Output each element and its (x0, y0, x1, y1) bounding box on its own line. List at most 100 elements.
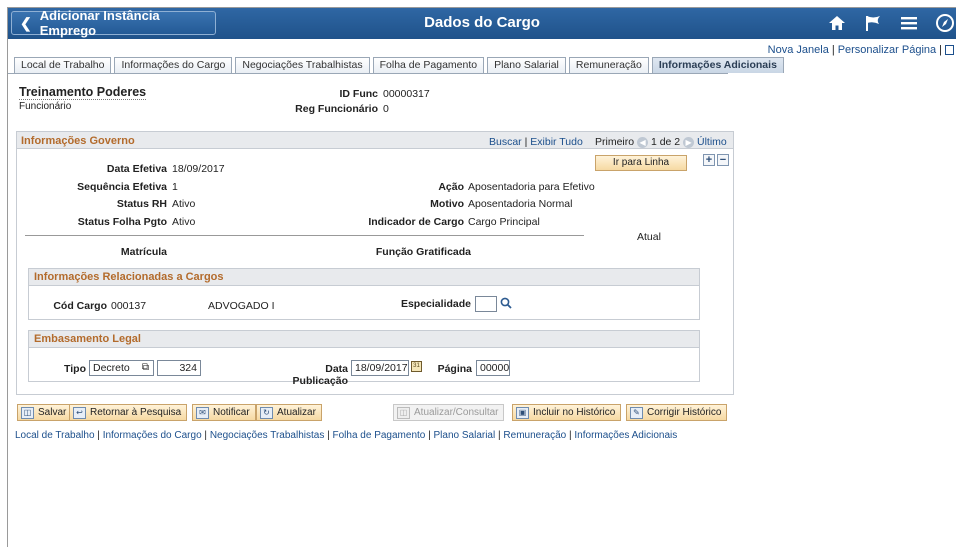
return-search-button[interactable]: ↩ Retornar à Pesquisa (69, 404, 188, 421)
separator: | (831, 44, 835, 56)
separator: | (204, 430, 208, 441)
bottom-nav-links: Local de Trabalho | Informações do Cargo… (15, 430, 677, 441)
update-display-label: Atualizar/Consultar (414, 407, 499, 418)
search-link[interactable]: Buscar (489, 136, 522, 148)
notify-icon: ✉ (196, 406, 209, 419)
chevron-left-icon: ❮ (20, 14, 32, 31)
reg-func-value: 0 (383, 103, 389, 115)
tab-remuneracao[interactable]: Remuneração (568, 57, 649, 73)
tab-folha-pagamento[interactable]: Folha de Pagamento (372, 57, 485, 73)
data-pub-label: Data Publicação (292, 363, 348, 387)
include-history-button[interactable]: ▣ Incluir no Histórico (512, 404, 622, 421)
status-rh-label: Status RH (116, 198, 167, 210)
bottom-link-folha-pagamento[interactable]: Folha de Pagamento (333, 430, 426, 441)
status-folha-value: Ativo (172, 216, 196, 228)
personalize-page-link[interactable]: Personalizar Página (838, 44, 936, 56)
seq-efetiva-value: 1 (172, 181, 178, 193)
include-history-label: Incluir no Histórico (533, 407, 616, 418)
return-icon: ↩ (73, 406, 86, 419)
correct-history-button[interactable]: ✎ Corrigir Histórico (626, 404, 728, 421)
separator: | (524, 136, 528, 148)
home-icon[interactable] (826, 11, 848, 35)
tab-informacoes-adicionais[interactable]: Informações Adicionais (651, 57, 784, 73)
status-rh-value: Ativo (172, 198, 196, 210)
return-label: Retornar à Pesquisa (90, 407, 182, 418)
numero-input[interactable]: 324 (157, 360, 201, 376)
last-link[interactable]: Último (697, 136, 727, 148)
data-efetiva-value: 18/09/2017 (172, 163, 225, 175)
pagination: Primeiro ◀ 1 de 2 ▶ Último (595, 136, 727, 148)
chevron-down-icon: ⧉ (141, 362, 149, 373)
pagina-label: Página (437, 363, 472, 375)
tab-plano-salarial[interactable]: Plano Salarial (487, 57, 566, 73)
especialidade-input[interactable] (475, 296, 497, 312)
cod-cargo-label: Cód Cargo (53, 300, 107, 312)
tipo-select[interactable]: Decreto ⧉ (89, 360, 154, 376)
tab-local-trabalho[interactable]: Local de Trabalho (14, 57, 112, 73)
update-display-button: ◫ Atualizar/Consultar (393, 404, 505, 421)
tab-informacoes-cargo[interactable]: Informações do Cargo (114, 57, 233, 73)
compass-icon[interactable] (934, 11, 956, 35)
save-button[interactable]: ◫ Salvar (17, 404, 73, 421)
seq-efetiva-label: Sequência Efetiva (77, 181, 167, 193)
separator: | (498, 430, 501, 441)
bottom-link-informacoes-cargo[interactable]: Informações do Cargo (103, 430, 202, 441)
notify-label: Notificar (213, 407, 250, 418)
motivo-value: Aposentadoria Normal (468, 198, 573, 210)
notify-button[interactable]: ✉ Notificar (192, 404, 256, 421)
bottom-link-plano-salarial[interactable]: Plano Salarial (434, 430, 496, 441)
data-pub-input[interactable]: 18/09/2017 (351, 360, 409, 376)
page-icon[interactable] (945, 45, 954, 56)
tipo-select-value: Decreto (93, 362, 130, 374)
matricula-label: Matrícula (120, 246, 167, 258)
status-folha-label: Status Folha Pgto (77, 216, 167, 228)
view-all-link[interactable]: Exibir Tudo (530, 136, 583, 148)
acao-value: Aposentadoria para Efetivo (468, 181, 595, 193)
update-display-icon: ◫ (397, 406, 410, 419)
section-divider (25, 235, 584, 236)
save-icon: ◫ (21, 406, 34, 419)
tab-negociacoes-trabalhistas[interactable]: Negociações Trabalhistas (235, 57, 370, 73)
funcao-label: Função Gratificada (375, 246, 471, 258)
goto-row-button[interactable]: Ir para Linha (595, 155, 687, 171)
calendar-icon[interactable]: 31 (411, 361, 422, 372)
bottom-link-informacoes-adicionais[interactable]: Informações Adicionais (574, 430, 677, 441)
save-label: Salvar (38, 407, 67, 418)
indicador-label: Indicador de Cargo (368, 216, 464, 228)
tab-bar: Local de Trabalho Informações do Cargo N… (14, 57, 787, 73)
bottom-link-remuneracao[interactable]: Remuneração (503, 430, 566, 441)
back-button[interactable]: ❮ Adicionar Instância Emprego (11, 8, 216, 38)
cargo-description: ADVOGADO I (208, 300, 275, 312)
prev-arrow-icon[interactable]: ◀ (637, 136, 649, 148)
pagination-count: 1 de 2 (650, 136, 681, 148)
especialidade-label: Especialidade (400, 298, 471, 310)
motivo-label: Motivo (430, 198, 464, 210)
next-arrow-icon[interactable]: ▶ (683, 136, 695, 148)
header-actions (826, 11, 956, 35)
employee-role: Funcionário (19, 101, 72, 112)
acao-label: Ação (438, 181, 464, 193)
menu-icon[interactable] (898, 11, 920, 35)
remove-row-icon[interactable]: − (717, 154, 729, 166)
tab-divider (8, 73, 728, 74)
add-row-icon[interactable]: + (703, 154, 715, 166)
correct-history-icon: ✎ (630, 406, 643, 419)
search-icon[interactable] (500, 297, 512, 312)
pagina-input[interactable]: 00000 (476, 360, 510, 376)
cargos-title: Informações Relacionadas a Cargos (34, 271, 224, 283)
id-func-label: ID Func (339, 88, 379, 100)
new-window-link[interactable]: Nova Janela (768, 44, 829, 56)
refresh-icon: ↻ (260, 406, 273, 419)
separator: | (569, 430, 572, 441)
separator: | (97, 430, 100, 441)
bottom-link-local-trabalho[interactable]: Local de Trabalho (15, 430, 95, 441)
top-banner: ❮ Adicionar Instância Emprego Dados do C… (8, 8, 956, 39)
separator: | (939, 44, 942, 56)
atual-label: Atual (637, 231, 661, 243)
top-links: Nova Janela | Personalizar Página | (768, 44, 954, 56)
tipo-label: Tipo (64, 363, 86, 375)
refresh-button[interactable]: ↻ Atualizar (256, 404, 322, 421)
id-func-value: 00000317 (383, 88, 430, 100)
flag-icon[interactable] (862, 11, 884, 35)
bottom-link-negociacoes[interactable]: Negociações Trabalhistas (210, 430, 325, 441)
